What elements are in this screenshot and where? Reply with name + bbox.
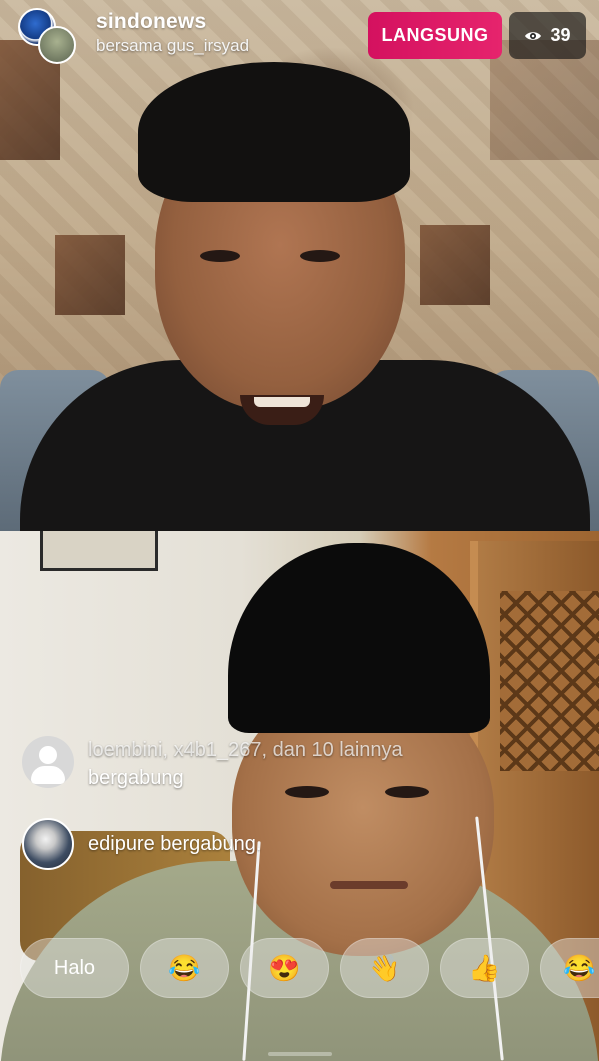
host-text-block: sindonews bersama gus_irsyad (96, 10, 249, 56)
host-username[interactable]: sindonews (96, 10, 249, 34)
viewer-count: 39 (550, 25, 571, 45)
user-avatar (22, 818, 74, 870)
join-notice: loembini, x4b1_267, dan 10 lainnya berga… (22, 736, 403, 792)
quick-reply-laughing-emoji[interactable]: 😂 (140, 938, 229, 998)
guest-person-mouth (330, 881, 408, 889)
wall-picture-frame (40, 531, 158, 571)
host-info[interactable]: sindonews bersama gus_irsyad (18, 8, 249, 64)
quick-reply-waving-hand-emoji[interactable]: 👋 (340, 938, 429, 998)
host-subtitle: bersama gus_irsyad (96, 36, 250, 55)
join-notice-text: loembini, x4b1_267, dan 10 lainnya berga… (88, 736, 403, 792)
host-person-eye (300, 250, 340, 262)
guest-person-peci-cap (228, 543, 490, 733)
door-lattice (500, 591, 599, 771)
join-notice: edipure bergabung. (22, 818, 261, 870)
gesture-bar (268, 1052, 332, 1056)
host-video-pane (0, 0, 599, 531)
quick-reply-bar: Halo 😂 😍 👋 👍 😂 (20, 938, 599, 998)
host-person-eye (200, 250, 240, 262)
eye-icon (525, 31, 542, 40)
join-notice-action: bergabung (88, 767, 184, 789)
host-person-hair (138, 62, 410, 202)
quick-reply-halo[interactable]: Halo (20, 938, 129, 998)
wallpaper-pattern (420, 225, 490, 305)
guest-avatar[interactable] (38, 26, 76, 64)
join-notice-text: edipure bergabung. (88, 833, 262, 855)
default-avatar-icon (22, 736, 74, 788)
viewer-count-badge[interactable]: 39 (509, 12, 586, 59)
quick-reply-heart-eyes-emoji[interactable]: 😍 (240, 938, 329, 998)
quick-reply-thumbs-up-emoji[interactable]: 👍 (440, 938, 529, 998)
live-badge: LANGSUNG (368, 12, 502, 59)
wallpaper-pattern (55, 235, 125, 315)
join-notice-names: loembini, x4b1_267, dan 10 lainnya (88, 739, 403, 761)
host-avatar-stack[interactable] (18, 8, 80, 64)
quick-reply-laughing-emoji[interactable]: 😂 (540, 938, 599, 998)
